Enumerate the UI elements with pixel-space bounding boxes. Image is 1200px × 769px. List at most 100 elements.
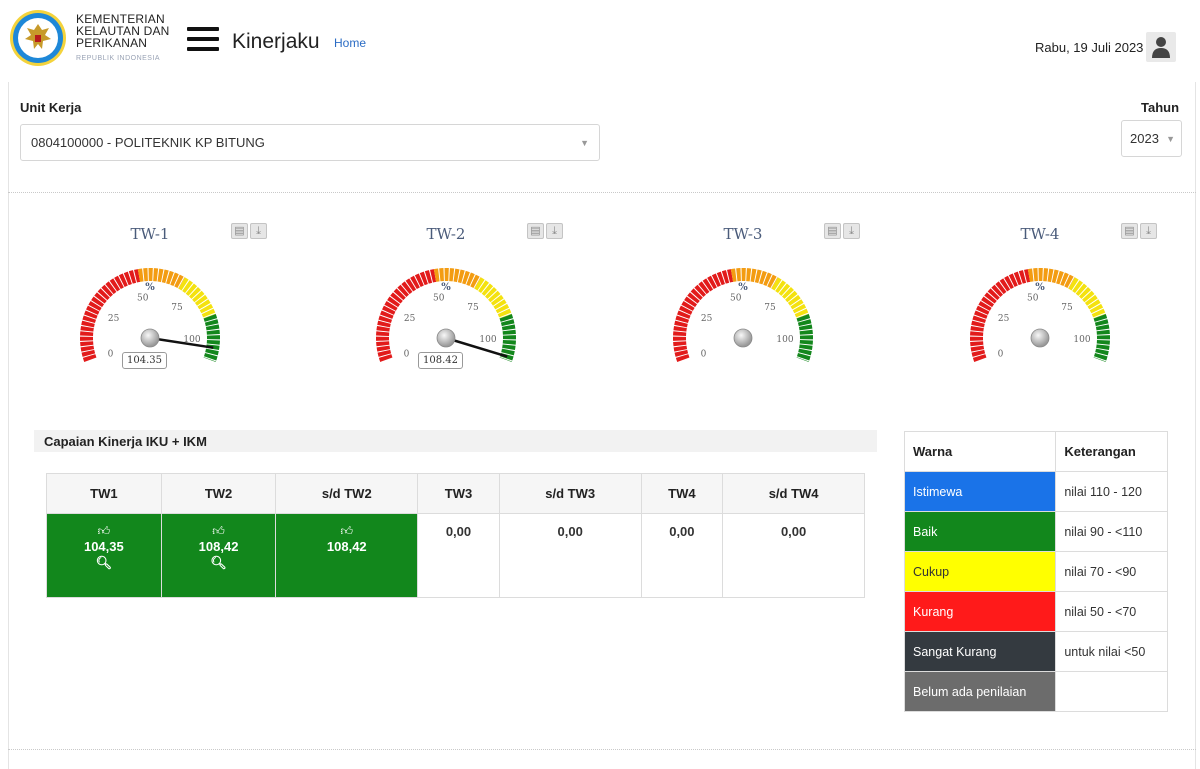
capaian-header-sd-tw3: s/d TW3 — [498, 473, 642, 514]
legend-description: nilai 110 - 120 — [1055, 471, 1168, 512]
gauge-band-segment — [746, 268, 752, 282]
gauge-unit-label: % — [441, 282, 451, 293]
gauge-tick-label: 50 — [730, 294, 742, 304]
download-icon[interactable]: ⤓ — [250, 223, 267, 239]
gauge-tick-label: 25 — [404, 314, 416, 324]
gauge-pivot — [733, 328, 753, 348]
gauge-band-segment — [206, 335, 220, 340]
gauge-pivot — [1030, 328, 1050, 348]
capaian-cell-tw2: 👍︎ 108,42 🔍︎ — [160, 513, 277, 598]
gauge-band-segment — [206, 329, 220, 335]
download-icon[interactable]: ⤓ — [843, 223, 860, 239]
print-icon[interactable]: ▤ — [527, 223, 544, 239]
capaian-header-tw2: TW2 — [160, 473, 277, 514]
capaian-cell-sd-tw4: 0,00 — [722, 513, 865, 598]
gauge-band-segment — [970, 336, 984, 341]
gauge-band-segment — [799, 329, 813, 335]
legend-header-row: Warna Keterangan — [903, 431, 1168, 472]
gauge-band-segment — [206, 339, 220, 345]
capaian-table: TW1 TW2 s/d TW2 TW3 s/d TW3 TW4 s/d TW4 … — [46, 473, 865, 598]
gauge-band-segment — [444, 268, 449, 282]
gauge-tw2: 0 25 50 75 100% TW-2 ▤ ⤓ 108.42 — [366, 213, 566, 388]
download-icon[interactable]: ⤓ — [1140, 223, 1157, 239]
gauge-unit-label: % — [738, 282, 748, 293]
magnifier-icon[interactable]: 🔍︎ — [163, 555, 275, 570]
capaian-value-tw1: 104,35 — [83, 539, 124, 554]
gauge-tick-label: 100 — [776, 335, 793, 345]
footer-divider — [8, 749, 1196, 750]
section-divider — [8, 192, 1196, 193]
gauge-band-segment — [502, 335, 516, 340]
tahun-select[interactable]: 2023 ▼ — [1121, 120, 1182, 157]
print-icon[interactable]: ▤ — [231, 223, 248, 239]
capaian-value-tw2: 108,42 — [198, 539, 239, 554]
gauge-value-label: 108.42 — [418, 352, 463, 369]
gauge-tick-label: 0 — [701, 349, 707, 359]
gauge-tick-label: 50 — [433, 294, 445, 304]
gauge-band-segment — [673, 331, 687, 337]
unit-kerja-select[interactable]: 0804100000 - POLITEKNIK KP BITUNG ▼ — [20, 124, 600, 161]
gauge-pivot — [436, 328, 456, 348]
ministry-logo — [10, 10, 66, 66]
unit-kerja-label: Unit Kerja — [20, 100, 82, 115]
gauge-unit-label: % — [1035, 282, 1045, 293]
gauge-tw3: 0 25 50 75 100% TW-3 ▤ ⤓ — [663, 213, 863, 388]
capaian-cell-tw1: 👍︎ 104,35 🔍︎ — [46, 513, 162, 598]
gauge-band-segment — [148, 268, 153, 282]
gauge-band-segment — [970, 331, 984, 337]
gauge-band-segment — [502, 339, 516, 345]
gauge-band-segment — [1096, 339, 1110, 345]
unit-kerja-value: 0804100000 - POLITEKNIK KP BITUNG — [31, 135, 265, 150]
gauge-tick-label: 25 — [701, 314, 713, 324]
capaian-title: Capaian Kinerja IKU + IKM — [34, 430, 877, 452]
gauge-value-label: 104.35 — [122, 352, 167, 369]
gauge-band-segment — [80, 336, 94, 341]
gauge-band-segment — [970, 341, 984, 347]
ministry-name: KEMENTERIAN KELAUTAN DAN PERIKANAN REPUB… — [76, 13, 170, 65]
legend-row: Kurang nilai 50 - <70 — [903, 591, 1168, 632]
gauge-title: TW-2 — [426, 225, 466, 243]
gauge-band-segment — [449, 268, 455, 282]
legend-row: Baik nilai 90 - <110 — [903, 511, 1168, 552]
gauge-tick-label: 100 — [479, 335, 496, 345]
capaian-header-tw1: TW1 — [46, 473, 162, 514]
gauge-band-segment — [376, 341, 390, 347]
capaian-cell-tw4: 0,00 — [640, 513, 724, 598]
print-icon[interactable]: ▤ — [824, 223, 841, 239]
thumbs-up-icon: 👍︎ — [97, 524, 111, 538]
gauge-band-segment — [143, 268, 148, 282]
gauge-band-segment — [80, 331, 94, 337]
legend-row: Belum ada penilaian — [903, 671, 1168, 712]
gauge-needle — [149, 336, 214, 349]
legend-color-label: Istimewa — [903, 471, 1057, 512]
gauge-band-segment — [502, 329, 516, 335]
user-menu-button[interactable] — [1146, 32, 1176, 62]
gauge-band-segment — [80, 341, 94, 347]
thumbs-up-icon: 👍︎ — [212, 524, 225, 538]
legend-table: Warna Keterangan Istimewa nilai 110 - 120… — [903, 431, 1168, 712]
gauge-band-segment — [1096, 329, 1110, 335]
capaian-header-row: TW1 TW2 s/d TW2 TW3 s/d TW3 TW4 s/d TW4 — [46, 473, 865, 514]
capaian-value-sd-tw2: 108,42 — [326, 539, 367, 554]
download-icon[interactable]: ⤓ — [546, 223, 563, 239]
legend-row: Istimewa nilai 110 - 120 — [903, 471, 1168, 512]
top-header: KEMENTERIAN KELAUTAN DAN PERIKANAN REPUB… — [0, 0, 1200, 80]
print-icon[interactable]: ▤ — [1121, 223, 1138, 239]
gauge-tick-label: 50 — [137, 294, 149, 304]
gauge-tick-label: 75 — [467, 303, 479, 313]
magnifier-icon[interactable]: 🔍︎ — [48, 555, 160, 570]
gauge-band-segment — [153, 268, 159, 282]
legend-color-label: Baik — [903, 511, 1057, 552]
capaian-header-tw3: TW3 — [417, 473, 500, 514]
gauge-tick-label: 25 — [998, 314, 1010, 324]
home-link[interactable]: Home — [334, 36, 366, 50]
legend-description: nilai 50 - <70 — [1055, 591, 1168, 632]
legend-description: nilai 70 - <90 — [1055, 551, 1168, 592]
gauge-band-segment — [439, 268, 444, 282]
user-icon — [1152, 37, 1170, 58]
gauge-band-segment — [1043, 268, 1049, 282]
hamburger-icon[interactable] — [187, 27, 219, 53]
gauge-band-segment — [736, 268, 741, 282]
gauge-tick-label: 0 — [998, 349, 1004, 359]
gauge-pivot — [140, 328, 160, 348]
